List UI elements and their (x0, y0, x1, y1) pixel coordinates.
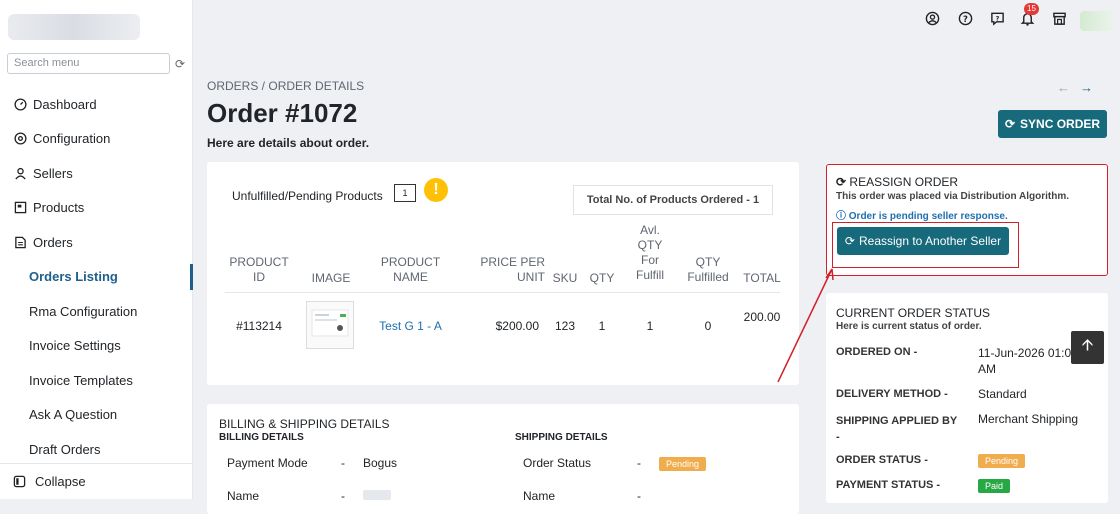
status-heading: CURRENT ORDER STATUS (836, 306, 991, 320)
shipping-applied-label: SHIPPING APPLIED BY - (836, 415, 958, 443)
scroll-to-top-button[interactable]: 🡩 (1071, 331, 1104, 364)
payment-status-label: PAYMENT STATUS - (836, 479, 941, 491)
delivery-method-label: DELIVERY METHOD - (836, 388, 948, 400)
ordered-on-label: ORDERED ON - (836, 346, 918, 358)
order-status-label: ORDER STATUS - (836, 454, 928, 466)
delivery-method-value: Standard (978, 387, 1027, 401)
payment-badge: Paid (978, 479, 1011, 493)
current-order-status-card: CURRENT ORDER STATUS Here is current sta… (826, 293, 1108, 503)
shipping-applied-value: Merchant Shipping (978, 412, 1079, 426)
status-badge: Pending (978, 454, 1026, 468)
status-subheading: Here is current status of order. (836, 321, 982, 332)
